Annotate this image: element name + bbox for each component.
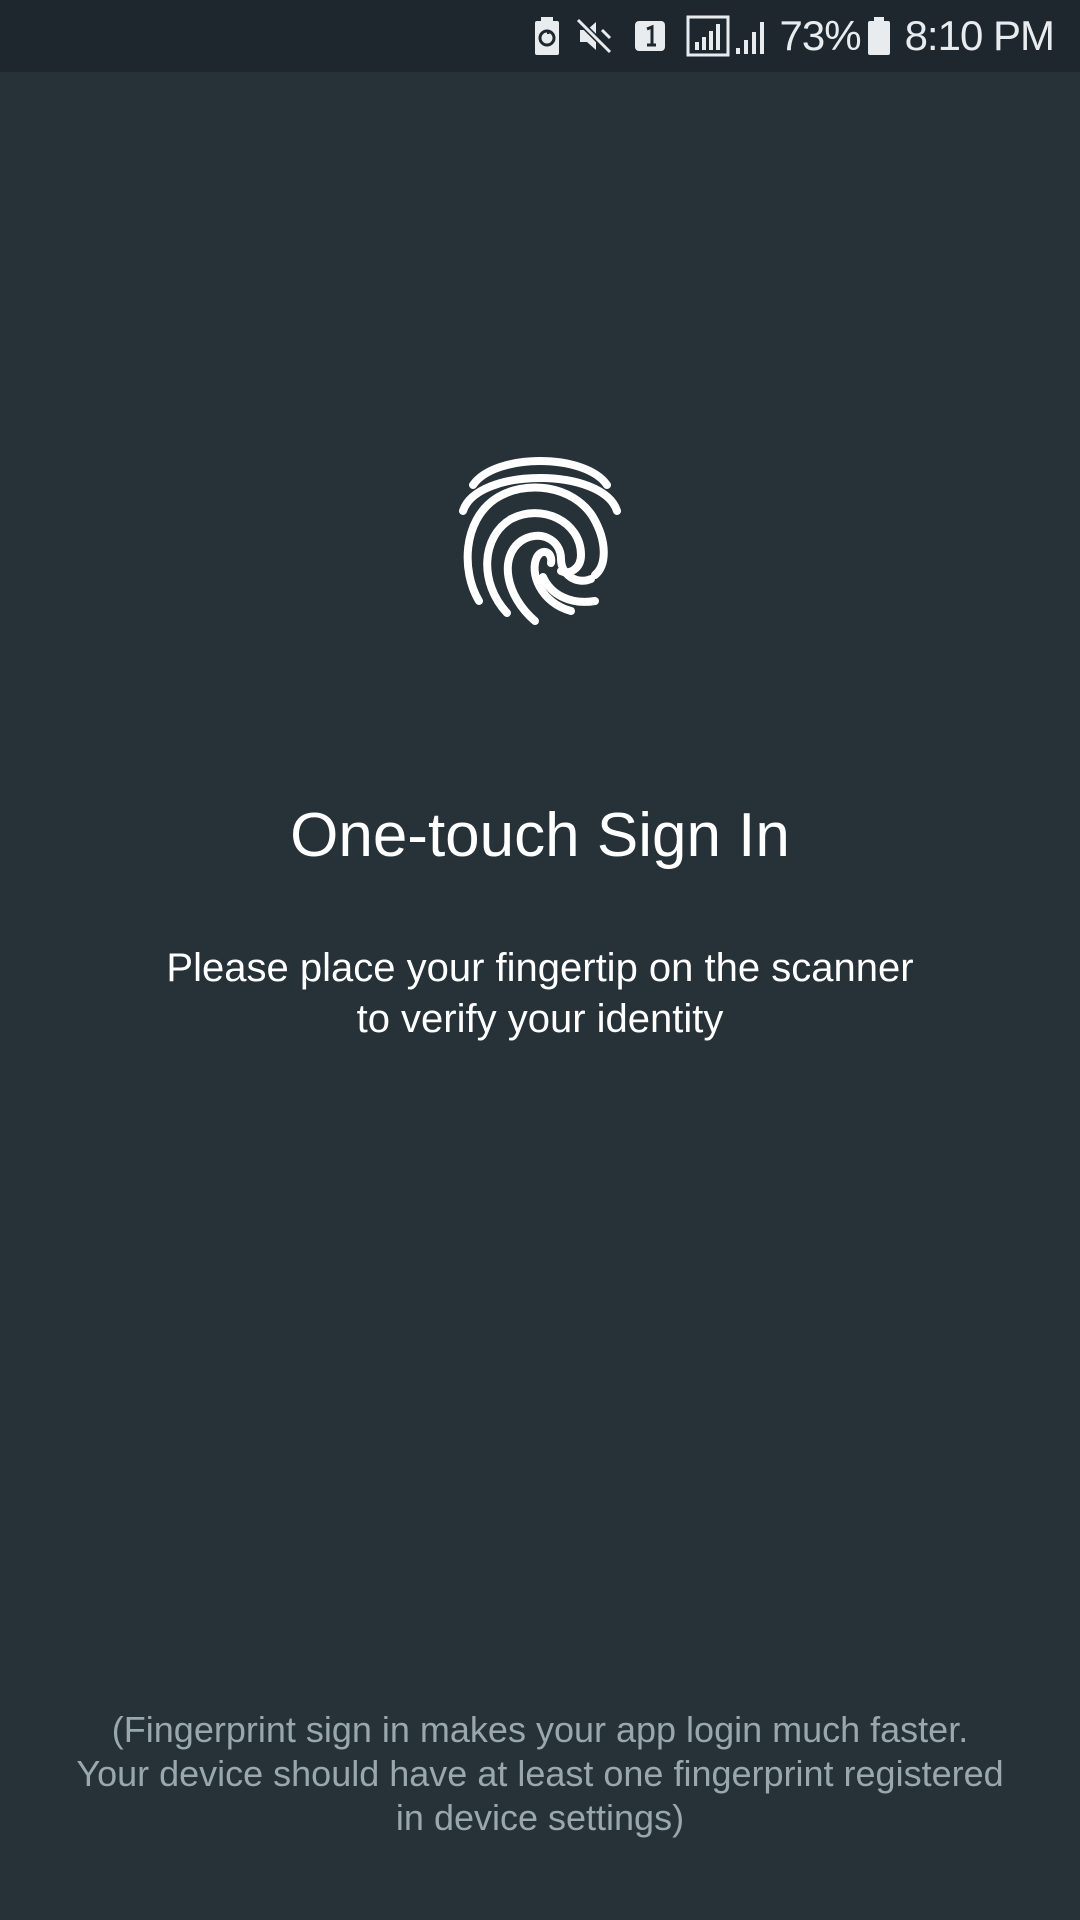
status-bar: 73% 8:10 PM	[0, 0, 1080, 72]
signal-icon	[734, 14, 770, 58]
battery-percent: 73%	[779, 12, 862, 59]
sim-1-icon	[634, 14, 666, 58]
footer-note-line-3: in device settings)	[395, 1797, 685, 1838]
instruction-text: Please place your fingertip on the scann…	[100, 943, 980, 1045]
battery-icon	[867, 14, 891, 58]
instruction-line-1: Please place your fingertip on the scann…	[166, 946, 914, 990]
page-title: One-touch Sign In	[290, 801, 790, 870]
fingerprint-icon	[455, 445, 625, 625]
signal-boxed-icon	[686, 14, 730, 58]
fingerprint-info-note: (Fingerprint sign in makes your app logi…	[40, 1708, 1040, 1840]
clock-time: 8:10 PM	[904, 12, 1055, 59]
fingerprint-sign-in-screen: 73% 8:10 PM One-touch Sign In Please pla…	[0, 0, 1080, 1920]
instruction-line-2: to verify your identity	[356, 997, 724, 1041]
battery-saver-icon	[534, 14, 560, 58]
footer-note-line-1: (Fingerprint sign in makes your app logi…	[111, 1709, 969, 1750]
mute-icon	[574, 14, 614, 58]
footer-note-line-2: Your device should have at least one fin…	[76, 1753, 1004, 1794]
